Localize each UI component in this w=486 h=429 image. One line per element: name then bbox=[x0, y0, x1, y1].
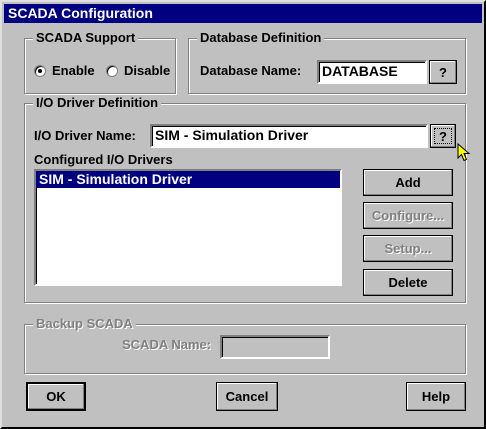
setup-button[interactable]: Setup... bbox=[363, 235, 453, 262]
disable-label[interactable]: Disable bbox=[124, 63, 170, 79]
database-name-field[interactable]: DATABASE bbox=[317, 60, 427, 84]
enable-label[interactable]: Enable bbox=[52, 63, 95, 79]
window-title: SCADA Configuration bbox=[4, 4, 482, 23]
delete-button[interactable]: Delete bbox=[363, 269, 453, 296]
configured-drivers-list[interactable]: SIM - Simulation Driver bbox=[34, 169, 342, 286]
ok-button[interactable]: OK bbox=[26, 382, 86, 411]
add-button[interactable]: Add bbox=[363, 169, 453, 196]
list-item[interactable]: SIM - Simulation Driver bbox=[36, 171, 340, 188]
io-driver-name-label: I/O Driver Name: bbox=[34, 128, 136, 143]
scada-support-legend: SCADA Support bbox=[33, 30, 139, 46]
scada-name-field[interactable] bbox=[220, 335, 330, 359]
configure-button[interactable]: Configure... bbox=[363, 202, 453, 229]
io-driver-browse-button[interactable]: ? bbox=[430, 124, 456, 148]
database-browse-button[interactable]: ? bbox=[429, 60, 457, 84]
database-name-label: Database Name: bbox=[200, 63, 302, 78]
mouse-pointer-icon bbox=[457, 143, 471, 162]
backup-scada-legend: Backup SCADA bbox=[33, 316, 136, 332]
scada-config-dialog: SCADA Configuration SCADA Support Enable… bbox=[0, 0, 486, 429]
configured-drivers-label: Configured I/O Drivers bbox=[34, 152, 173, 167]
database-legend: Database Definition bbox=[197, 30, 325, 46]
help-button[interactable]: Help bbox=[406, 382, 466, 411]
io-driver-legend: I/O Driver Definition bbox=[33, 95, 162, 111]
scada-name-label: SCADA Name: bbox=[122, 337, 212, 352]
cancel-button[interactable]: Cancel bbox=[216, 382, 278, 411]
io-driver-name-field[interactable]: SIM - Simulation Driver bbox=[150, 124, 428, 148]
enable-radio[interactable] bbox=[34, 65, 46, 77]
disable-radio[interactable] bbox=[106, 65, 118, 77]
